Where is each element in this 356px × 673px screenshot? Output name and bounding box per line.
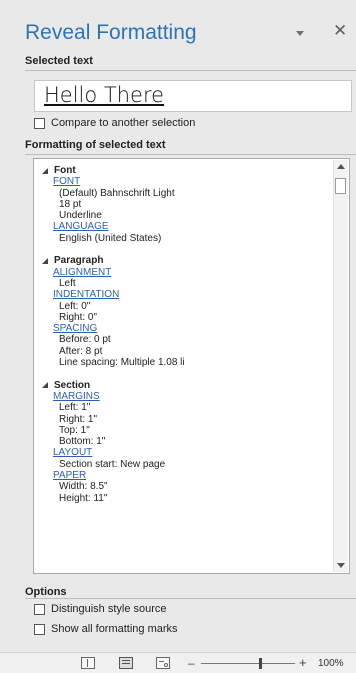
selected-text-heading: Selected text [25, 55, 93, 67]
web-layout-icon[interactable] [156, 657, 170, 669]
formatting-heading: Formatting of selected text [25, 139, 166, 151]
distinguish-checkbox-row[interactable]: Distinguish style source [34, 603, 167, 615]
tree-value: Left [59, 277, 76, 289]
tree-value: Section start: New page [59, 458, 166, 470]
tree-value: Right: 1" [59, 413, 98, 425]
tree-value: (Default) Bahnschrift Light [59, 187, 175, 199]
tree-category-link[interactable]: MARGINS [53, 391, 330, 402]
tree-value: Left: 1" [59, 402, 91, 414]
tree-group-title: Paragraph [54, 255, 104, 267]
zoom-slider-track[interactable] [201, 663, 295, 664]
tree-group-header[interactable]: Paragraph [40, 255, 330, 266]
zoom-level[interactable]: 100% [318, 658, 344, 669]
tree-value: After: 8 pt [59, 345, 103, 357]
tree-value: Width: 8.5" [59, 481, 108, 493]
sample-text: Hello There [44, 83, 165, 107]
status-bar: – + 100% [0, 652, 356, 673]
scroll-up-icon[interactable] [337, 164, 345, 169]
show-marks-checkbox[interactable] [34, 623, 45, 635]
tree-group-title: Font [54, 165, 76, 176]
collapse-triangle-icon[interactable] [42, 258, 48, 265]
formatting-tree-content: Font FONT (Default) Bahnschrift Light 18 pt… [40, 165, 330, 515]
divider [25, 154, 356, 155]
tree-value: Before: 0 pt [59, 334, 111, 346]
distinguish-checkbox[interactable] [34, 603, 45, 615]
tree-category-link[interactable]: ALIGNMENT [53, 267, 330, 278]
tree-category-link[interactable]: SPACING [53, 323, 330, 334]
reveal-formatting-pane: Reveal Formatting ✕ Selected text Hello … [0, 0, 356, 652]
tree-value: English (United States) [59, 232, 162, 244]
show-marks-label: Show all formatting marks [51, 623, 178, 635]
options-heading: Options [25, 586, 67, 598]
tree-value: Top: 1" [59, 424, 90, 436]
tree-group-header[interactable]: Section [40, 380, 330, 391]
divider [25, 70, 356, 71]
tree-value: 18 pt [59, 198, 82, 210]
tree-category-link[interactable]: FONT [53, 176, 330, 187]
scroll-thumb[interactable] [335, 178, 346, 194]
tree-category-link[interactable]: LANGUAGE [53, 221, 330, 232]
tree-group-font: Font FONT (Default) Bahnschrift Light 18 pt… [40, 165, 330, 244]
read-mode-icon[interactable] [81, 657, 95, 669]
close-icon[interactable]: ✕ [333, 21, 347, 41]
tree-value: Line spacing: Multiple 1.08 li [59, 357, 185, 369]
zoom-slider-thumb[interactable] [259, 658, 262, 669]
tree-value: Height: 11" [59, 492, 108, 504]
tree-group-section: Section MARGINS Left: 1" Right: 1" Top: 1" Bo… [40, 380, 330, 504]
tree-category-link[interactable]: LAYOUT [53, 447, 330, 458]
divider [25, 598, 356, 599]
distinguish-label: Distinguish style source [51, 603, 167, 615]
task-pane-options-icon[interactable] [296, 31, 304, 36]
formatting-tree[interactable]: Font FONT (Default) Bahnschrift Light 18 pt… [33, 158, 350, 574]
collapse-triangle-icon[interactable] [42, 167, 48, 174]
tree-value: Left: 0" [59, 300, 91, 312]
pane-title: Reveal Formatting [25, 21, 197, 44]
print-layout-icon[interactable] [119, 657, 133, 669]
tree-group-paragraph: Paragraph ALIGNMENT Left INDENTATION Left: 0… [40, 255, 330, 368]
tree-category-link[interactable]: PAPER [53, 470, 330, 481]
selected-text-preview: Hello There [34, 80, 352, 112]
compare-label: Compare to another selection [51, 117, 196, 129]
collapse-triangle-icon[interactable] [42, 382, 48, 389]
tree-value: Right: 0" [59, 311, 98, 323]
zoom-in-button[interactable]: + [299, 655, 307, 670]
tree-value: Bottom: 1" [59, 436, 106, 448]
compare-checkbox[interactable] [34, 117, 45, 129]
tree-value: Underline [59, 210, 102, 222]
show-marks-checkbox-row[interactable]: Show all formatting marks [34, 623, 178, 635]
tree-group-header[interactable]: Font [40, 165, 330, 176]
scroll-down-icon[interactable] [337, 563, 345, 568]
compare-checkbox-row[interactable]: Compare to another selection [34, 117, 195, 129]
zoom-out-button[interactable]: – [188, 656, 195, 670]
vertical-scrollbar[interactable] [333, 160, 348, 572]
tree-category-link[interactable]: INDENTATION [53, 289, 330, 300]
tree-group-title: Section [54, 379, 91, 391]
